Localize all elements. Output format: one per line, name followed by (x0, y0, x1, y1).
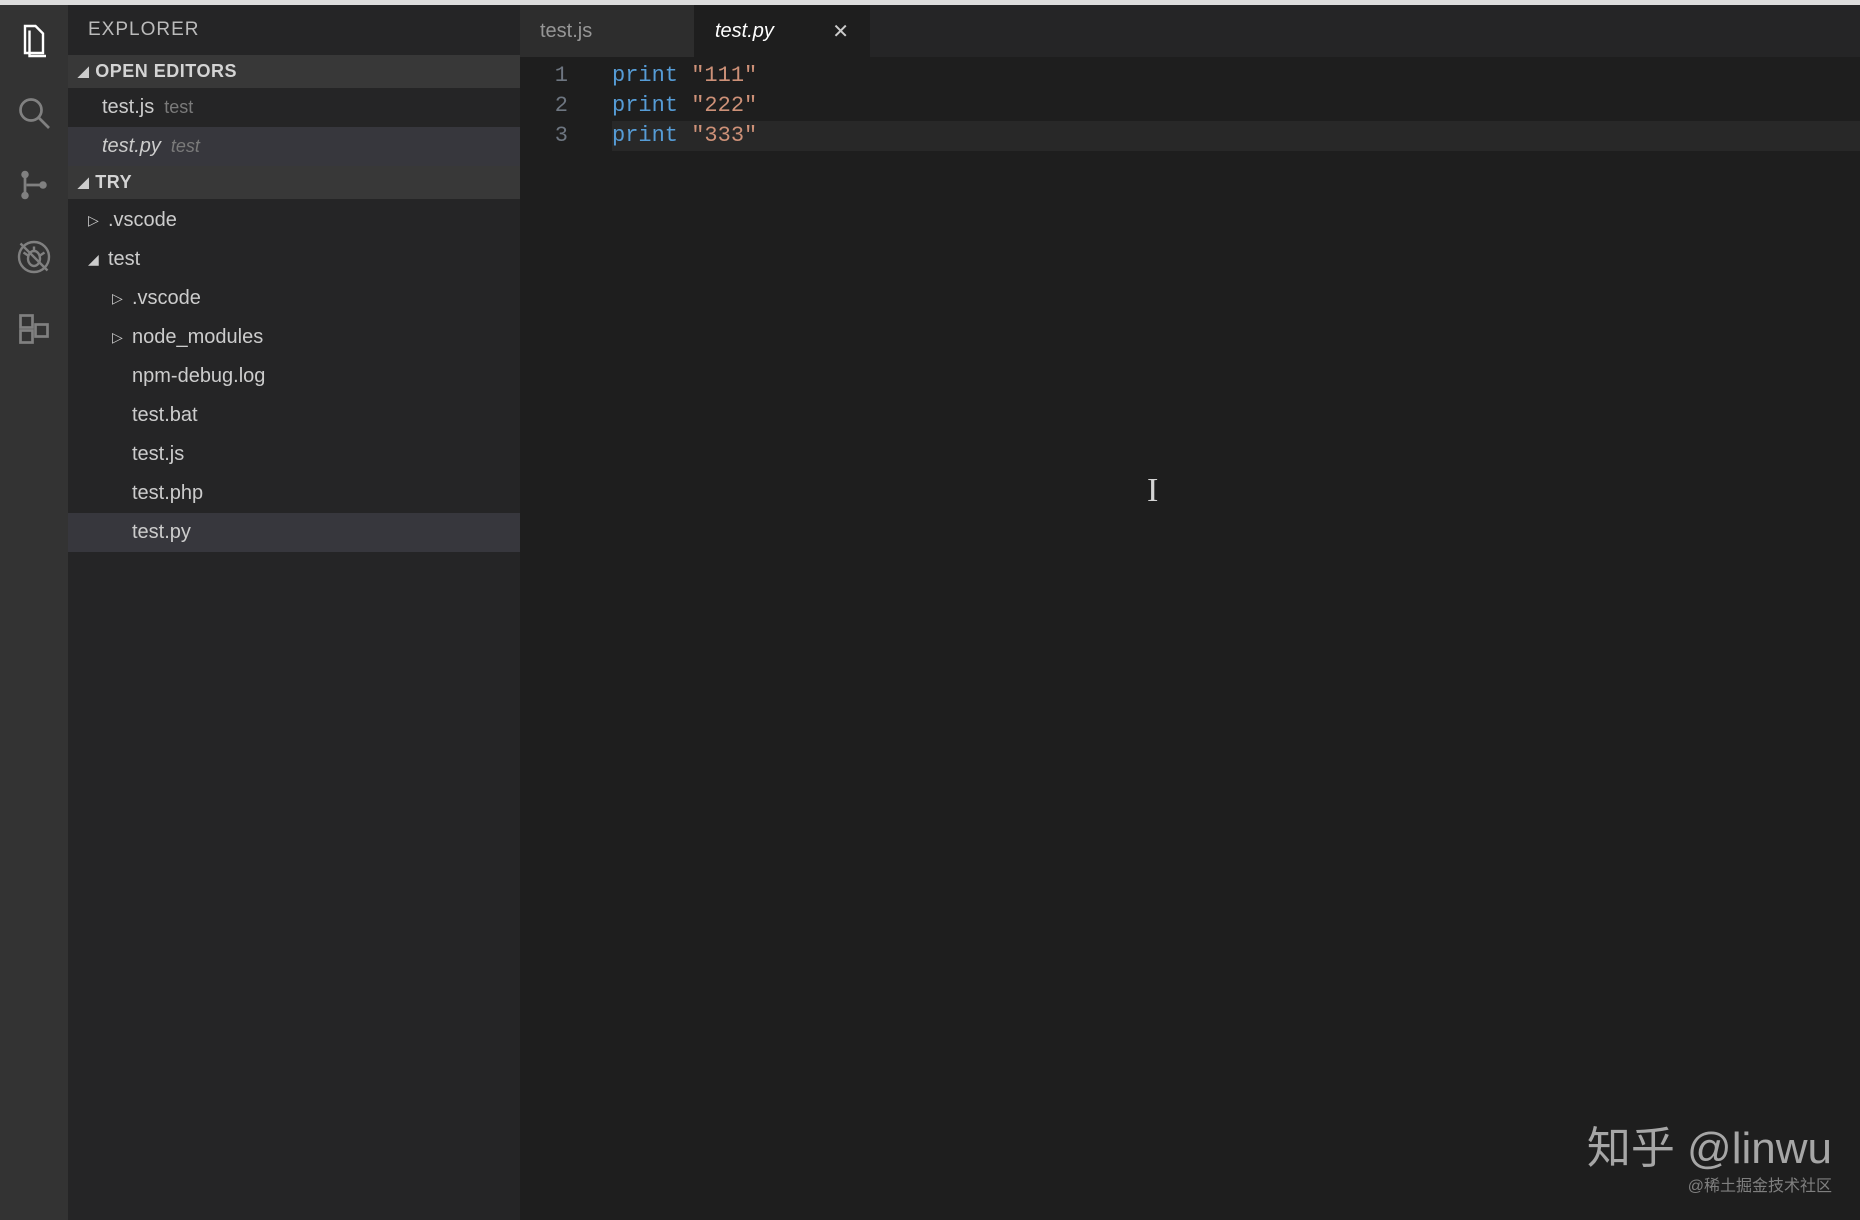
chevron-right-icon: ▷ (112, 329, 132, 346)
search-icon[interactable] (12, 91, 56, 135)
tree-folder[interactable]: ▷ node_modules (68, 318, 520, 357)
tree-item-label: test.py (132, 521, 191, 544)
tree-folder[interactable]: ▷ .vscode (68, 201, 520, 240)
editor-area: test.js test.py ✕ 1 2 3 print "111" prin… (520, 5, 1860, 1220)
activity-bar (0, 5, 68, 1220)
chevron-right-icon: ▷ (112, 290, 132, 307)
open-editor-item[interactable]: test.py test (68, 127, 520, 166)
chevron-down-icon: ◢ (78, 63, 89, 80)
chevron-right-icon: ▷ (88, 212, 108, 229)
tab-label: test.py (715, 20, 774, 43)
editor-content[interactable]: 1 2 3 print "111" print "222" print "333… (520, 57, 1860, 1220)
line-number: 1 (520, 61, 568, 91)
tree-item-label: npm-debug.log (132, 365, 265, 388)
open-editor-item[interactable]: test.js test (68, 88, 520, 127)
token-string: "222" (691, 93, 757, 118)
code-lines[interactable]: print "111" print "222" print "333" (588, 61, 1860, 1220)
watermark: 知乎 @linwu @稀土掘金技术社区 (1587, 1112, 1832, 1196)
sidebar-title: EXPLORER (68, 5, 520, 55)
chevron-down-icon: ◢ (88, 251, 108, 268)
sidebar: EXPLORER ◢ OPEN EDITORS test.js test tes… (68, 5, 520, 1220)
code-line[interactable]: print "222" (612, 91, 1860, 121)
tree-item-label: test.js (132, 443, 184, 466)
close-icon[interactable]: ✕ (832, 19, 849, 44)
token-keyword: print (612, 93, 678, 118)
tab[interactable]: test.py ✕ (695, 5, 870, 57)
tab-label: test.js (540, 20, 592, 43)
tree-item-label: test (108, 248, 140, 271)
tree-file[interactable]: test.js (68, 435, 520, 474)
tree-folder[interactable]: ▷ .vscode (68, 279, 520, 318)
line-number: 2 (520, 91, 568, 121)
workspace-label: TRY (95, 172, 132, 193)
open-editor-filename: test.py (102, 135, 161, 158)
open-editor-dir: test (164, 97, 193, 118)
tree-file[interactable]: test.py (68, 513, 520, 552)
token-string: "111" (691, 63, 757, 88)
tree-item-label: .vscode (132, 287, 201, 310)
tree-file[interactable]: test.bat (68, 396, 520, 435)
open-editors-label: OPEN EDITORS (95, 61, 237, 82)
token-string: "333" (691, 123, 757, 148)
tab[interactable]: test.js (520, 5, 695, 57)
code-line[interactable]: print "111" (612, 61, 1860, 91)
extensions-icon[interactable] (12, 307, 56, 351)
tree-item-label: node_modules (132, 326, 263, 349)
debug-icon[interactable] (12, 235, 56, 279)
watermark-main: 知乎 @linwu (1587, 1112, 1832, 1176)
tree-item-label: .vscode (108, 209, 177, 232)
file-tree: ▷ .vscode ◢ test ▷ .vscode ▷ node_module… (68, 199, 520, 552)
chevron-down-icon: ◢ (78, 174, 89, 191)
tree-item-label: test.bat (132, 404, 198, 427)
line-number: 3 (520, 121, 568, 151)
tree-file[interactable]: npm-debug.log (68, 357, 520, 396)
explorer-icon[interactable] (12, 19, 56, 63)
open-editors-header[interactable]: ◢ OPEN EDITORS (68, 55, 520, 88)
workspace-header[interactable]: ◢ TRY (68, 166, 520, 199)
tree-folder[interactable]: ◢ test (68, 240, 520, 279)
open-editors-list: test.js test test.py test (68, 88, 520, 166)
main-container: EXPLORER ◢ OPEN EDITORS test.js test tes… (0, 5, 1860, 1220)
text-cursor-icon: I (1147, 472, 1158, 510)
open-editor-filename: test.js (102, 96, 154, 119)
tree-file[interactable]: test.php (68, 474, 520, 513)
code-line[interactable]: print "333" (612, 121, 1860, 151)
tree-item-label: test.php (132, 482, 203, 505)
gutter: 1 2 3 (520, 61, 588, 1220)
source-control-icon[interactable] (12, 163, 56, 207)
tabs: test.js test.py ✕ (520, 5, 1860, 57)
open-editor-dir: test (171, 136, 200, 157)
token-keyword: print (612, 123, 678, 148)
token-keyword: print (612, 63, 678, 88)
